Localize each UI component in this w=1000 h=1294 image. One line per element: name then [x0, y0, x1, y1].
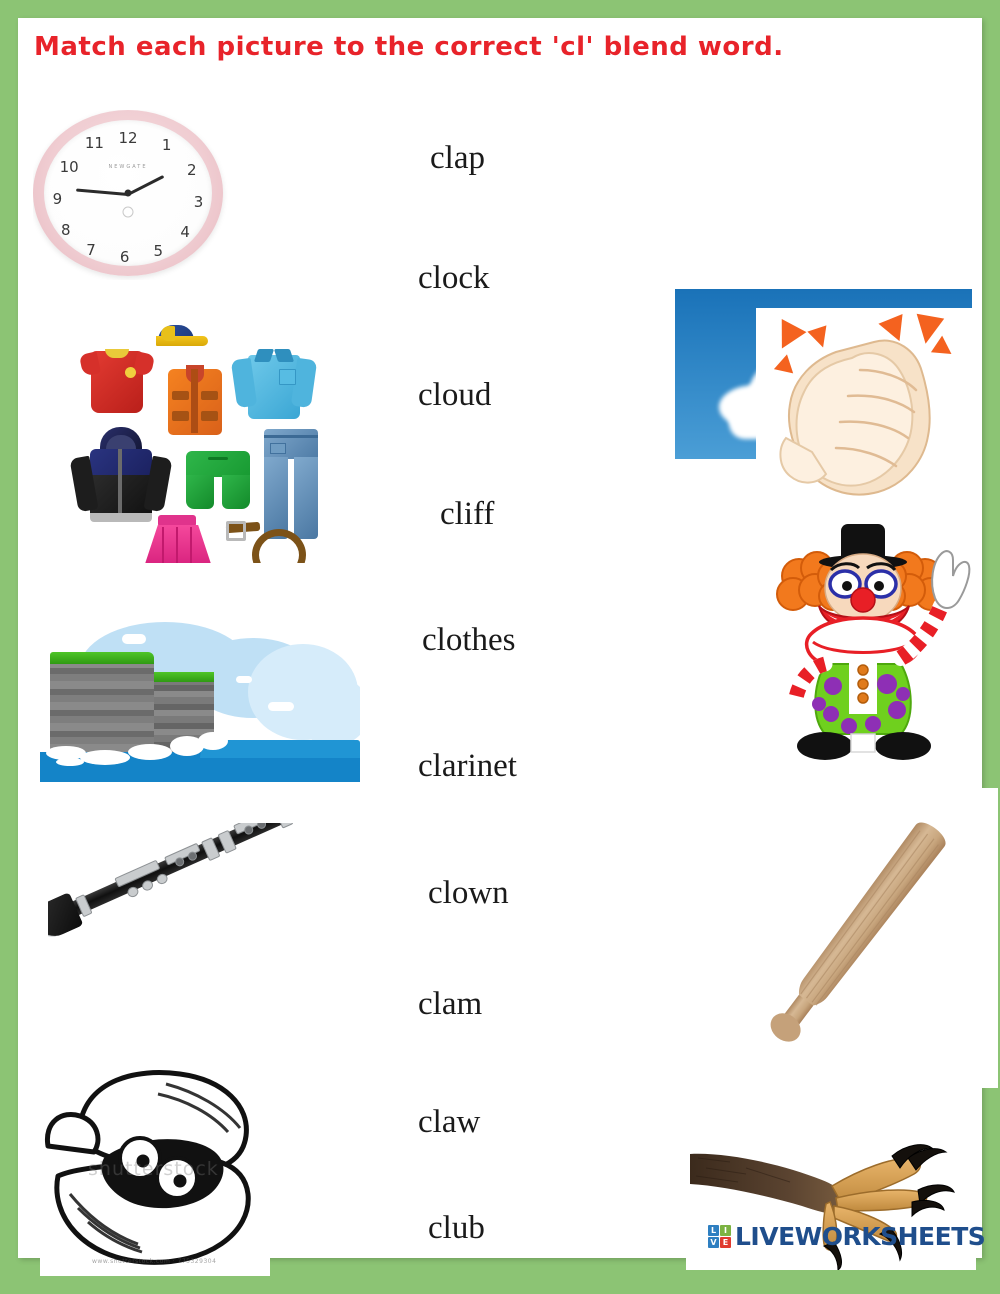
clock-subdial: [122, 206, 134, 218]
clapping-hands-icon: [779, 339, 931, 496]
cliff-foam-6: [56, 758, 84, 766]
clock-number-8: 8: [61, 220, 71, 239]
clock-minute-hand: [76, 188, 129, 196]
clock-number-3: 3: [193, 192, 204, 211]
clock-number-5: 5: [153, 242, 164, 261]
clock-number-6: 6: [119, 248, 130, 267]
shirt-garment: [230, 345, 318, 425]
logo-wordmark: LIVEWORKSHEETS: [735, 1222, 986, 1251]
clown-illustration: [776, 524, 971, 760]
cliff-small-cloud-1: [122, 634, 146, 644]
clown-picture[interactable]: [753, 518, 973, 768]
club-picture[interactable]: [708, 788, 998, 1088]
clock-brand-label: NEWGATE: [108, 163, 148, 170]
cliff-small-cloud-3: [268, 702, 294, 711]
cliff-foam-3: [128, 744, 172, 760]
clam-watermark-center: shutterstock: [88, 1158, 219, 1180]
cliff-grass-front: [50, 652, 154, 664]
clock-center-pin: [124, 189, 132, 197]
clock-number-11: 11: [84, 134, 104, 153]
clap-picture[interactable]: [756, 308, 976, 508]
cliff-sky-cloud-4: [296, 676, 360, 746]
cap-garment: [156, 325, 212, 349]
logo-tile-v: V: [708, 1237, 719, 1248]
word-clam[interactable]: clam: [418, 986, 482, 1023]
page-title: Match each picture to the correct 'cl' b…: [34, 32, 784, 62]
clock-number-4: 4: [180, 223, 190, 242]
baseball-bat-illustration: [770, 822, 946, 1042]
clock-picture[interactable]: NEWGATE 12 1 2 3 4 5 6 7 8 9 10 11: [33, 110, 228, 280]
word-clock[interactable]: clock: [418, 260, 489, 297]
word-cliff[interactable]: cliff: [440, 496, 494, 533]
logo-tiles: L I V E: [708, 1225, 731, 1248]
logo-tile-l: L: [708, 1225, 719, 1236]
clam-watermark-footer: www.shutterstock.com · 775329304: [92, 1258, 217, 1265]
logo-tile-e: E: [720, 1237, 731, 1248]
clarinet-body: [62, 823, 349, 920]
tshirt-garment: [78, 345, 156, 417]
cliff-foam-5: [198, 732, 228, 750]
worksheet-page: Match each picture to the correct 'cl' b…: [18, 18, 998, 1276]
word-clothes[interactable]: clothes: [422, 622, 515, 659]
word-club[interactable]: club: [428, 1210, 485, 1247]
logo-tile-i: I: [720, 1225, 731, 1236]
cliff-picture[interactable]: [40, 616, 360, 796]
clam-picture[interactable]: shutterstock www.shutterstock.com · 7753…: [40, 1066, 270, 1276]
cliff-grass-back: [152, 672, 214, 682]
liveworksheets-logo[interactable]: L I V E LIVEWORKSHEETS: [708, 1222, 986, 1251]
vest-garment: [166, 365, 224, 437]
skirt-garment: [138, 515, 218, 563]
clock-number-10: 10: [59, 157, 79, 176]
clock-number-7: 7: [86, 240, 96, 259]
cliff-small-cloud-2: [236, 676, 252, 683]
clock-number-2: 2: [187, 160, 197, 179]
belt-garment: [225, 519, 306, 563]
clock-number-1: 1: [161, 135, 172, 154]
cliff-rock-front: [50, 660, 154, 758]
jacket-garment: [69, 427, 173, 527]
clock-face: NEWGATE 12 1 2 3 4 5 6 7 8 9 10 11: [44, 120, 212, 266]
clock-rim: NEWGATE 12 1 2 3 4 5 6 7 8 9 10 11: [33, 110, 223, 276]
cliff-foam-2: [80, 750, 130, 765]
clarinet-picture[interactable]: [48, 823, 388, 1023]
clothes-picture[interactable]: [66, 323, 326, 563]
word-clown[interactable]: clown: [428, 875, 509, 912]
clock-number-12: 12: [118, 128, 138, 147]
shorts-garment: [184, 451, 254, 513]
clock-hour-hand: [127, 175, 165, 196]
clock-number-9: 9: [52, 189, 63, 208]
word-clap[interactable]: clap: [430, 140, 485, 177]
word-cloud[interactable]: cloud: [418, 377, 491, 414]
word-clarinet[interactable]: clarinet: [418, 748, 517, 785]
word-claw[interactable]: claw: [418, 1104, 480, 1141]
